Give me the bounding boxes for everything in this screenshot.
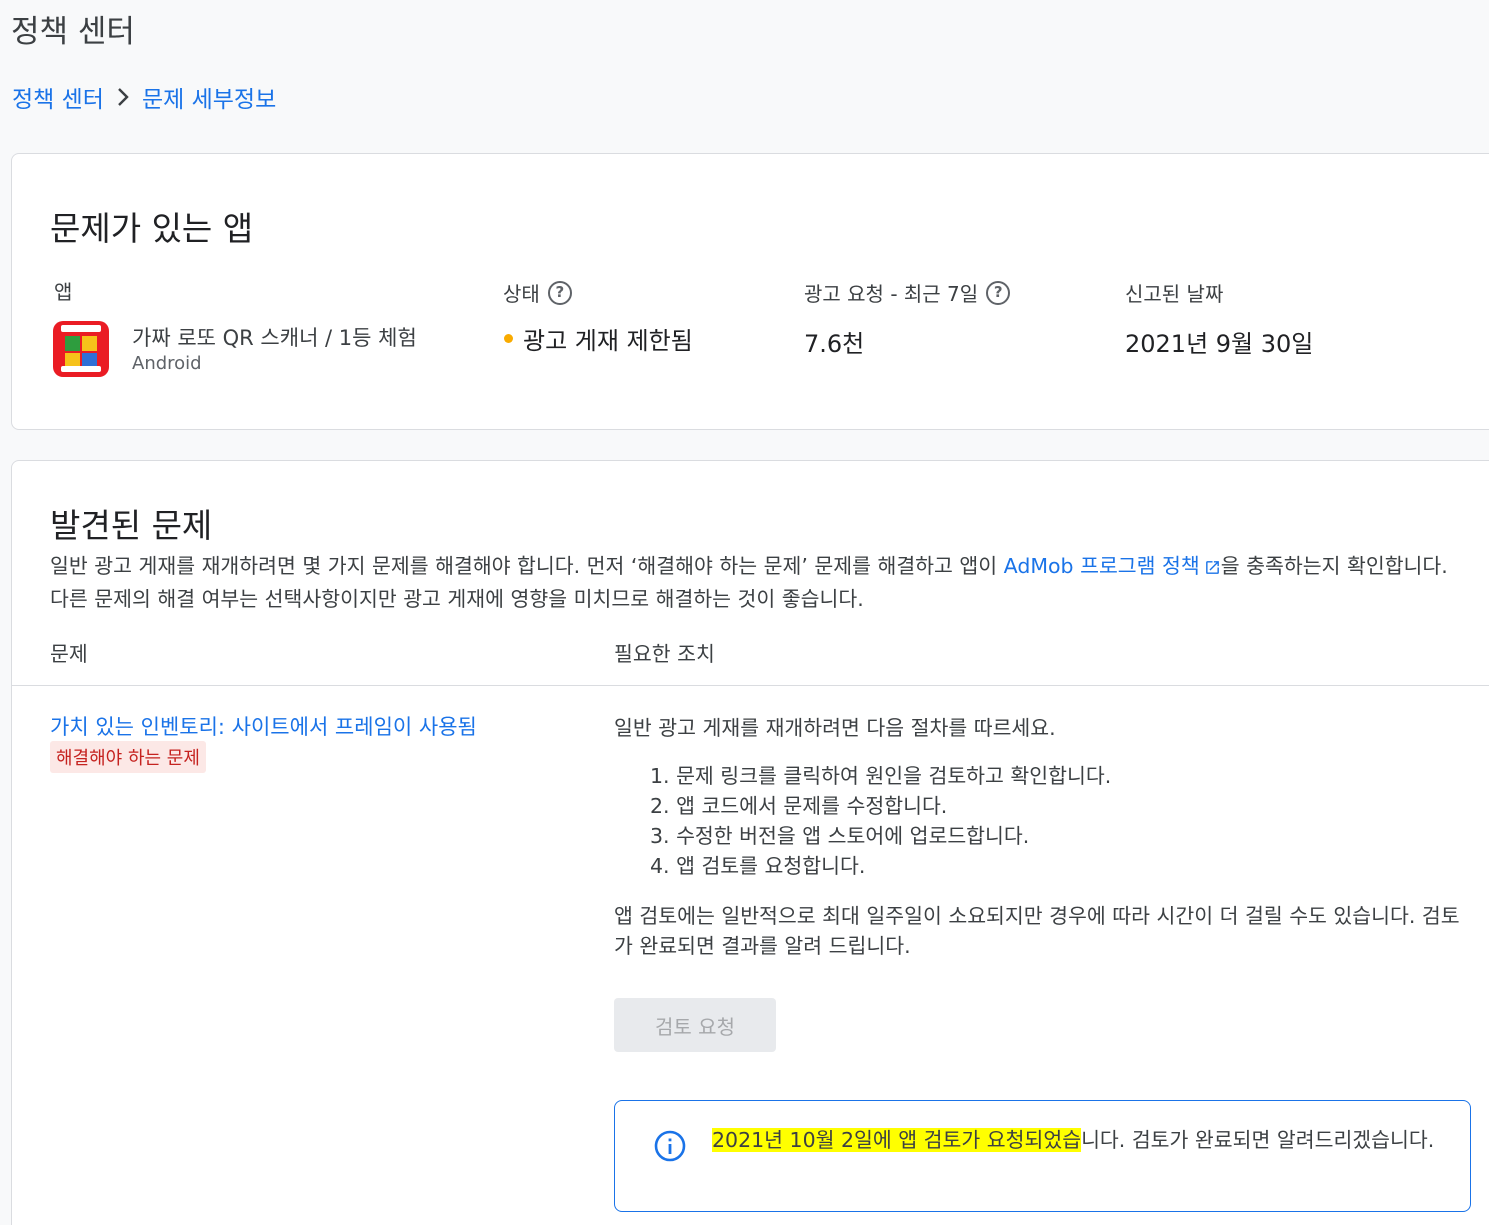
action-steps: 1. 문제 링크를 클릭하여 원인을 검토하고 확인합니다. 2. 앱 코드에서… xyxy=(650,761,1111,881)
action-intro: 일반 광고 게재를 재개하려면 다음 절차를 따르세요. xyxy=(614,716,1056,740)
list-item: 4. 앱 검토를 요청합니다. xyxy=(650,854,866,878)
reported-date-value: 2021년 9월 30일 xyxy=(1125,330,1314,358)
col-label-app: 앱 xyxy=(54,276,72,305)
external-link-icon xyxy=(1204,554,1221,584)
issues-card: 발견된 문제 일반 광고 게재를 재개하려면 몇 가지 문제를 해결해야 합니다… xyxy=(11,460,1489,1225)
breadcrumb-root-link[interactable]: 정책 센터 xyxy=(12,80,104,114)
request-review-button[interactable]: 검토 요청 xyxy=(614,998,776,1052)
apps-card-title: 문제가 있는 앱 xyxy=(50,209,254,248)
highlighted-text: 2021년 10월 2일에 앱 검토가 요청되었습 xyxy=(712,1128,1082,1152)
admob-policy-link-text[interactable]: AdMob 프로그램 정책 xyxy=(1004,554,1200,578)
status-dot-icon xyxy=(504,334,513,343)
app-platform: Android xyxy=(132,353,202,374)
must-fix-badge: 해결해야 하는 문제 xyxy=(50,741,206,773)
col-label-status-text: 상태 xyxy=(503,282,540,306)
help-icon[interactable]: ? xyxy=(986,280,1011,305)
admob-policy-link[interactable]: AdMob 프로그램 정책 xyxy=(1004,554,1221,578)
status-label: 광고 게재 제한됨 xyxy=(523,327,693,355)
issues-description: 일반 광고 게재를 재개하려면 몇 가지 문제를 해결해야 합니다. 먼저 ‘해… xyxy=(50,551,1470,614)
col-label-reported-date-text: 신고된 날짜 xyxy=(1125,282,1224,306)
chevron-right-icon xyxy=(112,86,134,108)
info-icon xyxy=(653,1129,687,1167)
page-title: 정책 센터 xyxy=(11,14,135,50)
ad-requests-value: 7.6천 xyxy=(804,330,865,358)
issues-card-title: 발견된 문제 xyxy=(50,506,213,545)
col-label-reported-date: 신고된 날짜 xyxy=(1125,278,1223,307)
status-value: 광고 게재 제한됨 xyxy=(504,321,693,356)
col-label-app-text: 앱 xyxy=(54,280,73,304)
issue-title-link[interactable]: 가치 있는 인벤토리: 사이트에서 프레임이 사용됨 xyxy=(50,711,477,741)
app-icon xyxy=(53,321,109,377)
info-text: 2021년 10월 2일에 앱 검토가 요청되었습니다. 검토가 완료되면 알려… xyxy=(712,1125,1452,1155)
header-issue: 문제 xyxy=(50,642,88,666)
breadcrumb: 정책 센터 문제 세부정보 xyxy=(12,80,276,114)
info-text-rest: 니다. 검토가 완료되면 알려드리겠습니다. xyxy=(1081,1128,1435,1152)
list-item: 2. 앱 코드에서 문제를 수정합니다. xyxy=(650,794,948,818)
header-action: 필요한 조치 xyxy=(614,642,715,666)
app-name[interactable]: 가짜 로또 QR 스캐너 / 1등 체험 xyxy=(132,322,417,352)
col-label-ad-requests: 광고 요청 - 최근 7일 ? xyxy=(804,278,1011,307)
review-note: 앱 검토에는 일반적으로 최대 일주일이 소요되지만 경우에 따라 시간이 더 … xyxy=(614,904,1460,958)
table-divider xyxy=(12,685,1489,686)
col-label-status: 상태 ? xyxy=(503,278,572,307)
col-label-ad-requests-text: 광고 요청 - 최근 7일 xyxy=(804,282,979,306)
list-item: 3. 수정한 버전을 앱 스토어에 업로드합니다. xyxy=(650,824,1030,848)
breadcrumb-current-link[interactable]: 문제 세부정보 xyxy=(142,80,276,114)
description-text-before: 일반 광고 게재를 재개하려면 몇 가지 문제를 해결해야 합니다. 먼저 ‘해… xyxy=(50,554,1004,578)
help-icon[interactable]: ? xyxy=(547,280,572,305)
list-item: 1. 문제 링크를 클릭하여 원인을 검토하고 확인합니다. xyxy=(650,764,1112,788)
apps-card: 문제가 있는 앱 앱 상태 ? 광고 요청 - 최근 7일 ? 신고된 날짜 가… xyxy=(11,153,1489,430)
review-info-banner: 2021년 10월 2일에 앱 검토가 요청되었습니다. 검토가 완료되면 알려… xyxy=(614,1100,1471,1212)
